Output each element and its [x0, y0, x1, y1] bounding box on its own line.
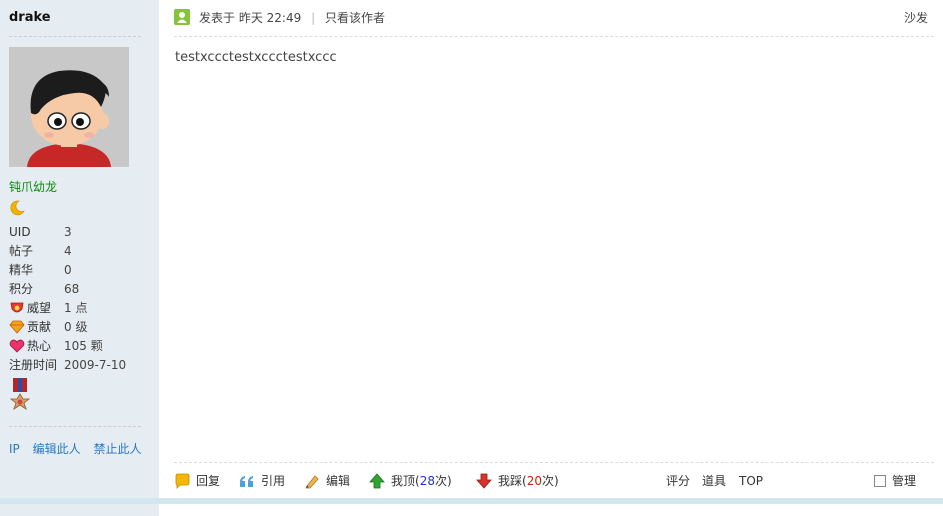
stat-label: 威望: [27, 301, 52, 315]
vote-down-count: 20: [526, 474, 542, 488]
user-sidebar: drake 钝爪幼龙 UID 3 帖子 4 精华 0 积分 68 威望 1 点 …: [0, 0, 159, 498]
stat-label: 注册时间: [9, 358, 58, 372]
vote-down-label: 我踩: [498, 474, 523, 488]
arrow-down-icon: [476, 473, 492, 489]
vote-down-close: 次): [541, 474, 559, 488]
stat-value: 3: [64, 225, 72, 239]
admin-links: IP 编辑此人 禁止此人: [9, 440, 150, 457]
reply-label: 回复: [196, 474, 221, 488]
vote-up-button[interactable]: 我顶(28次): [369, 472, 452, 490]
contribution-icon: [9, 320, 25, 334]
moon-rank-icon: [9, 200, 25, 219]
stat-label: UID: [9, 225, 31, 239]
arrow-up-icon: [369, 473, 385, 489]
vote-up-count: 28: [419, 474, 435, 488]
floor-label[interactable]: 沙发: [904, 9, 928, 27]
edit-label: 编辑: [326, 474, 351, 488]
avatar-image: [9, 47, 129, 167]
edit-user-link[interactable]: 编辑此人: [33, 442, 81, 456]
quote-label: 引用: [261, 474, 286, 488]
footer-divider: [174, 462, 934, 463]
sidebar-divider: [9, 426, 141, 427]
stat-value: 68: [64, 282, 80, 296]
pencil-icon: [305, 475, 319, 489]
stat-label: 帖子: [9, 244, 34, 258]
ip-link[interactable]: IP: [9, 442, 20, 456]
medal-icon[interactable]: [9, 378, 31, 417]
post-header: 发表于 昨天 22:49 | 只看该作者 沙发: [174, 9, 934, 27]
stat-label: 热心: [27, 339, 52, 353]
manage-label: 管理: [892, 474, 917, 488]
stat-value: 105 颗: [64, 339, 103, 353]
vote-up-label: 我顶: [391, 474, 416, 488]
stat-value: 2009-7-10: [64, 358, 127, 372]
stat-value: 0 级: [64, 320, 88, 334]
stat-value: 0: [64, 263, 72, 277]
stat-label: 积分: [9, 282, 34, 296]
prestige-icon: [10, 302, 24, 313]
header-divider: [174, 36, 934, 37]
posted-label: 发表于: [199, 11, 236, 25]
stat-label: 精华: [9, 263, 34, 277]
rate-link[interactable]: 评分: [666, 472, 690, 490]
props-link[interactable]: 道具: [702, 472, 726, 490]
user-group-name: 钝爪幼龙: [9, 180, 58, 194]
stat-label: 贡献: [27, 320, 52, 334]
quote-button[interactable]: 引用: [239, 472, 285, 490]
avatar[interactable]: [9, 47, 129, 167]
vote-up-close: 次): [434, 474, 452, 488]
author-only-link[interactable]: 只看该作者: [325, 11, 385, 25]
next-post-sidebar: [0, 504, 159, 516]
enthusiasm-icon: [9, 339, 25, 353]
top-link[interactable]: TOP: [739, 472, 763, 490]
posted-time: 昨天 22:49: [238, 11, 302, 25]
reply-icon: [175, 473, 190, 489]
username[interactable]: drake: [9, 10, 51, 25]
ban-user-link[interactable]: 禁止此人: [93, 442, 141, 456]
user-icon: [174, 9, 190, 25]
stat-value: 1 点: [64, 301, 88, 315]
post-content: testxccctestxccctestxccc: [175, 50, 337, 65]
reply-button[interactable]: 回复: [174, 472, 220, 490]
separator: |: [311, 11, 316, 25]
manage-checkbox[interactable]: 管理: [874, 472, 916, 490]
stat-value: 4: [64, 244, 72, 258]
sidebar-divider: [9, 36, 141, 37]
quote-icon: [240, 476, 253, 487]
vote-down-button[interactable]: 我踩(20次): [476, 472, 559, 490]
checkbox-box[interactable]: [874, 475, 886, 487]
edit-button[interactable]: 编辑: [304, 472, 350, 490]
